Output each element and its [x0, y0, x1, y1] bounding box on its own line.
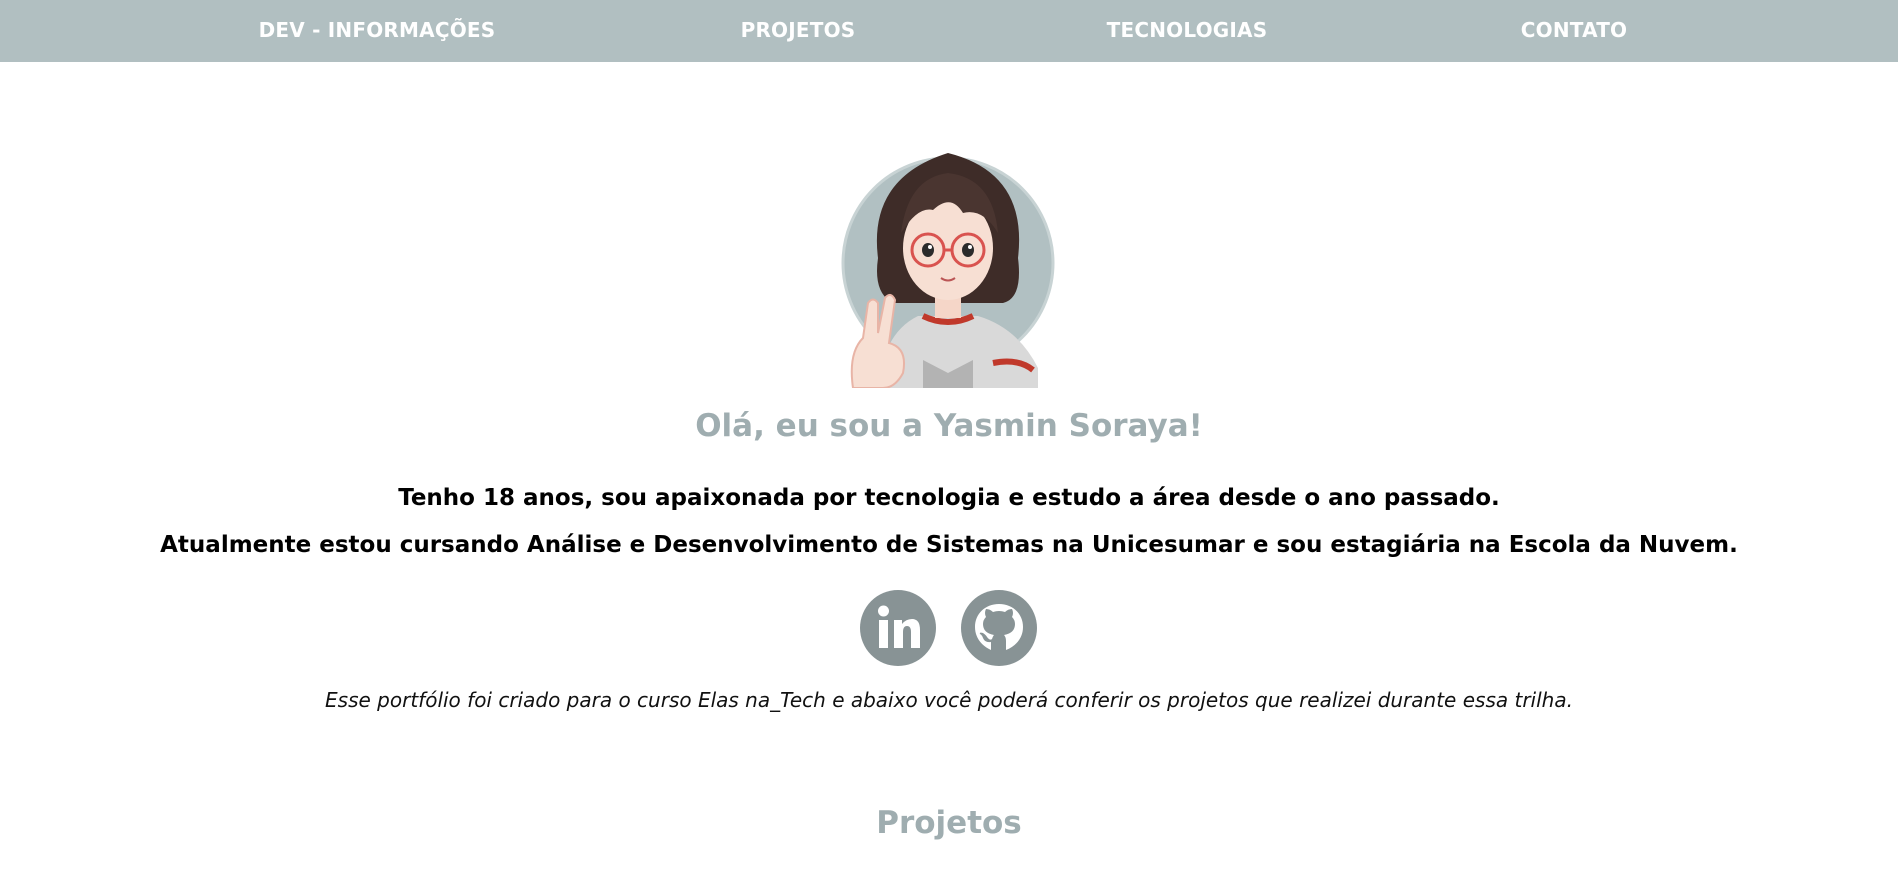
greeting-heading: Olá, eu sou a Yasmin Soraya! — [695, 408, 1203, 444]
anime-girl-avatar-icon — [841, 153, 1055, 389]
linkedin-icon — [878, 605, 920, 648]
nav-link-tecnologias[interactable]: TECNOLOGIAS — [1107, 0, 1268, 62]
portfolio-note: Esse portfólio foi criado para o curso E… — [325, 688, 1573, 712]
nav-link-projetos[interactable]: PROJETOS — [741, 0, 856, 62]
nav-link-contato[interactable]: CONTATO — [1521, 0, 1627, 62]
github-link[interactable] — [961, 590, 1037, 666]
intro-text-line-2: Atualmente estou cursando Análise e Dese… — [160, 532, 1738, 558]
top-nav: DEV - INFORMAÇÕES PROJETOS TECNOLOGIAS C… — [0, 0, 1898, 62]
github-icon — [975, 604, 1023, 650]
projects-section-title: Projetos — [876, 805, 1022, 841]
linkedin-link[interactable] — [860, 590, 936, 666]
intro-text-line-1: Tenho 18 anos, sou apaixonada por tecnol… — [398, 485, 1500, 511]
avatar — [823, 138, 1073, 389]
nav-link-dev-informacoes[interactable]: DEV - INFORMAÇÕES — [259, 0, 496, 62]
